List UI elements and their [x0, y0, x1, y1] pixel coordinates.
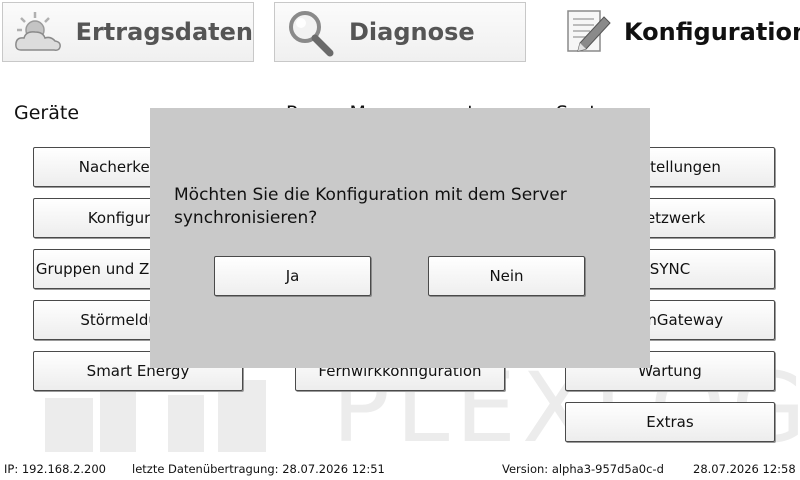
sun-cloud-icon: [11, 6, 66, 58]
extras-button[interactable]: Extras: [565, 402, 775, 442]
tab-label: Konfiguration: [624, 18, 800, 46]
status-ip: IP: 192.168.2.200: [4, 462, 106, 476]
status-datetime: 28.07.2026 12:58: [693, 462, 796, 476]
tab-label: Ertragsdaten: [75, 18, 253, 46]
status-version: Version: alpha3-957d5a0c-d: [502, 462, 664, 476]
sync-confirm-dialog: Möchten Sie die Konfiguration mit dem Se…: [150, 108, 650, 368]
magnifier-icon: [283, 6, 339, 58]
section-label-geraete: Geräte: [14, 102, 80, 124]
dialog-yes-button[interactable]: Ja: [214, 256, 371, 296]
tab-konfiguration[interactable]: Konfiguration: [552, 2, 800, 62]
tab-ertragsdaten[interactable]: Ertragsdaten: [2, 2, 254, 62]
dialog-message: Möchten Sie die Konfiguration mit dem Se…: [174, 185, 567, 228]
tab-label: Diagnose: [349, 18, 475, 46]
tab-diagnose[interactable]: Diagnose: [274, 2, 526, 62]
status-last-transfer: letzte Datenübertragung: 28.07.2026 12:5…: [132, 462, 385, 476]
document-pencil-icon: [560, 6, 614, 58]
dialog-no-button[interactable]: Nein: [428, 256, 585, 296]
